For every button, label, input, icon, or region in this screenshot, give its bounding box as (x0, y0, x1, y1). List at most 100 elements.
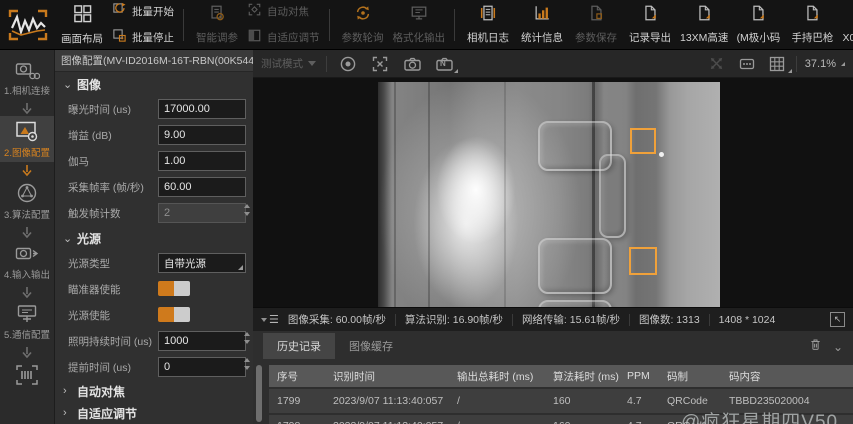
section-image[interactable]: ⌄ 图像 (55, 72, 253, 96)
light-duration-input[interactable] (158, 331, 246, 351)
fps-label: 采集帧率 (帧/秒) (68, 180, 144, 195)
adaptive-button[interactable]: 自适应调节 (247, 28, 320, 48)
light-type-dropdown[interactable]: 自带光源 (158, 253, 246, 273)
camera-log-button[interactable]: 相机日志 (464, 2, 512, 48)
sidebar-item-comm-config[interactable]: 5.通信配置 (0, 300, 55, 344)
batch-stop-icon (112, 28, 127, 48)
spinner-icon[interactable] (244, 332, 250, 344)
cell-seq: 1799 (269, 395, 325, 407)
roi-box-upper[interactable] (630, 128, 656, 154)
col-ppm[interactable]: PPM (619, 370, 659, 382)
col-code-content[interactable]: 码内容 (721, 369, 853, 384)
corner-caret-icon (841, 62, 845, 66)
exposure-input[interactable] (158, 99, 246, 119)
snapshot-button[interactable] (401, 53, 423, 75)
sidebar-item-input-output[interactable]: 4.输入输出 (0, 240, 55, 284)
adaptive-label: 自适应调节 (267, 30, 320, 45)
sidebar-item-label: 1.相机连接 (4, 83, 50, 97)
statistics-button[interactable]: 统计信息 (518, 2, 566, 48)
status-acquisition: 图像采集: 60.00帧/秒 (288, 312, 386, 327)
step-arrow-icon (21, 344, 33, 360)
col-seq[interactable]: 序号 (269, 369, 325, 384)
section-light-label: 光源 (77, 230, 101, 247)
layout-label: 画面布局 (61, 31, 103, 46)
preset-handheld-button[interactable]: 手持巴枪 (788, 2, 836, 48)
pixel-info-button[interactable] (736, 53, 758, 75)
smart-tune-label: 智能调参 (196, 30, 238, 45)
section-adaptive-label: 自适应调节 (77, 405, 137, 422)
fit-view-button[interactable] (369, 53, 391, 75)
zoom-level-dropdown[interactable]: 37.1% (805, 58, 845, 70)
tab-image-cache[interactable]: 图像缓存 (335, 333, 407, 359)
col-output-time[interactable]: 输出总耗时 (ms) (449, 369, 545, 384)
preset-xm-small-button[interactable]: (M极小码 (734, 2, 782, 48)
sidebar-item-image-config[interactable]: 2.图像配置 (0, 116, 55, 162)
pan-button[interactable] (706, 53, 728, 75)
snapshot-n-button[interactable]: N (433, 53, 455, 75)
gain-label: 增益 (dB) (68, 128, 112, 143)
record-export-button[interactable]: 记录导出 (626, 2, 674, 48)
corner-caret-icon (788, 69, 792, 73)
section-autofocus-label: 自动对焦 (77, 383, 125, 400)
grid-view-icon (768, 55, 786, 73)
collapse-panel-button[interactable]: ⌄ (833, 343, 843, 351)
test-mode-dropdown[interactable]: 测试模式 (261, 56, 316, 71)
section-image-label: 图像 (77, 76, 101, 93)
tab-history[interactable]: 历史记录 (263, 333, 335, 359)
spinner-icon[interactable] (244, 204, 250, 216)
gain-row: 增益 (dB) (55, 122, 253, 148)
preset-handheld-label: 手持巴枪 (791, 30, 833, 45)
advance-time-input[interactable] (158, 357, 246, 377)
batch-start-button[interactable]: 批量开始 (112, 2, 174, 22)
preset-doc-icon (749, 4, 767, 27)
roi-box-lower[interactable] (629, 247, 657, 275)
gamma-input[interactable] (158, 151, 246, 171)
autofocus-label: 自动对焦 (267, 4, 309, 19)
batch-start-label: 批量开始 (132, 4, 174, 19)
cell-ppm: 4.7 (619, 420, 659, 424)
col-algo-time[interactable]: 算法耗时 (ms) (545, 369, 619, 384)
sidebar-item-barcode[interactable] (0, 360, 55, 392)
status-divider (629, 314, 630, 326)
sidebar-item-algorithm-config[interactable]: 3.算法配置 (0, 178, 55, 224)
expand-button[interactable]: ↖ (830, 312, 845, 327)
camera-log-icon (479, 4, 497, 27)
gamma-row: 伽马 (55, 148, 253, 174)
preset-highperf-button[interactable]: X00高性能 (842, 2, 853, 48)
col-code-type[interactable]: 码制 (659, 369, 721, 384)
section-autofocus[interactable]: › 自动对焦 (55, 380, 253, 402)
param-poll-button[interactable]: 参数轮询 (339, 2, 387, 48)
section-adaptive[interactable]: › 自适应调节 (55, 402, 253, 424)
section-light[interactable]: ⌄ 光源 (55, 226, 253, 250)
col-time[interactable]: 识别时间 (325, 369, 449, 384)
cell-output-time: / (449, 420, 545, 424)
trigger-count-input (158, 203, 246, 223)
trash-button[interactable] (808, 337, 823, 357)
autofocus-button[interactable]: 自动对焦 (247, 2, 320, 22)
light-enable-toggle[interactable] (158, 307, 190, 322)
image-canvas[interactable] (253, 78, 853, 307)
format-output-button[interactable]: 格式化输出 (393, 2, 446, 48)
gain-input[interactable] (158, 125, 246, 145)
sidebar-item-camera-connect[interactable]: 1.相机连接 (0, 56, 55, 100)
comm-config-icon (15, 303, 39, 325)
preset-doc-icon (695, 4, 713, 27)
camera-image (378, 82, 720, 307)
grid-view-button[interactable] (766, 53, 788, 75)
sidebar-item-label: 3.算法配置 (4, 207, 50, 221)
spinner-icon[interactable] (244, 358, 250, 370)
aimer-enable-toggle[interactable] (158, 281, 190, 296)
smart-tune-button[interactable]: 智能调参 (193, 2, 241, 48)
record-button[interactable] (337, 53, 359, 75)
fps-input[interactable] (158, 177, 246, 197)
barcode-icon (14, 363, 40, 387)
batch-stop-button[interactable]: 批量停止 (112, 28, 174, 48)
aimer-enable-row: 瞄准器使能 (55, 276, 253, 302)
snapshot-icon (403, 55, 422, 73)
param-save-button[interactable]: 参数保存 (572, 2, 620, 48)
chevron-closed-icon: › (63, 385, 71, 397)
preset-13xm-button[interactable]: 13XM高速 (680, 2, 728, 48)
status-menu-button[interactable]: ☰ (261, 313, 279, 326)
vertical-scrollbar[interactable] (256, 365, 262, 422)
layout-button[interactable]: 画面布局 (58, 2, 106, 48)
